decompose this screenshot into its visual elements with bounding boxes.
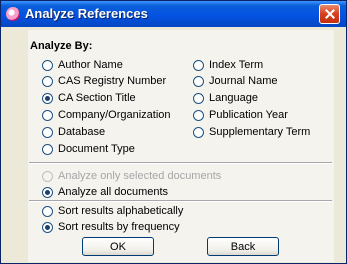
radio-button[interactable] <box>42 205 53 217</box>
radio-button[interactable] <box>42 143 53 155</box>
radio-label: Journal Name <box>209 75 278 87</box>
radio-label: Publication Year <box>209 109 288 121</box>
radio-analyze-all-documents[interactable]: Analyze all documents <box>42 185 168 199</box>
radio-document-type[interactable]: Document Type <box>42 142 135 156</box>
radio-button[interactable] <box>42 75 53 87</box>
radio-button-selected[interactable] <box>42 92 53 104</box>
radio-company-organization[interactable]: Company/Organization <box>42 108 171 122</box>
radio-label: CAS Registry Number <box>58 75 167 87</box>
radio-label: Database <box>58 126 106 138</box>
radio-author-name[interactable]: Author Name <box>42 58 123 72</box>
radio-sort-alphabetically[interactable]: Sort results alphabetically <box>42 204 183 218</box>
radio-analyze-selected-documents: Analyze only selected documents <box>42 169 221 183</box>
separator <box>29 200 332 202</box>
radio-label: Analyze only selected documents <box>58 170 222 182</box>
radio-label: Language <box>209 92 258 104</box>
radio-button-selected[interactable] <box>42 221 53 233</box>
radio-label: Sort results by frequency <box>58 221 180 233</box>
back-button[interactable]: Back <box>207 237 279 256</box>
radio-publication-year[interactable]: Publication Year <box>193 108 288 122</box>
radio-button[interactable] <box>42 59 53 71</box>
radio-label: Supplementary Term <box>209 126 311 138</box>
radio-label: Sort results alphabetically <box>58 205 184 217</box>
radio-button-selected[interactable] <box>42 186 53 198</box>
radio-label: Author Name <box>58 59 123 71</box>
app-icon <box>6 7 20 21</box>
separator <box>29 162 332 164</box>
radio-label: CA Section Title <box>58 92 136 104</box>
title-bar[interactable]: Analyze References <box>1 1 346 27</box>
radio-button[interactable] <box>42 126 53 138</box>
radio-button[interactable] <box>42 109 53 121</box>
radio-button[interactable] <box>193 126 204 138</box>
radio-label: Document Type <box>58 143 135 155</box>
radio-journal-name[interactable]: Journal Name <box>193 74 277 88</box>
radio-label: Analyze all documents <box>58 186 169 198</box>
radio-sort-by-frequency[interactable]: Sort results by frequency <box>42 220 180 234</box>
close-button[interactable] <box>319 4 340 24</box>
radio-button[interactable] <box>193 59 204 71</box>
radio-ca-section-title[interactable]: CA Section Title <box>42 91 136 105</box>
radio-button[interactable] <box>193 92 204 104</box>
radio-button[interactable] <box>193 109 204 121</box>
radio-supplementary-term[interactable]: Supplementary Term <box>193 125 310 139</box>
radio-button[interactable] <box>193 75 204 87</box>
window-title: Analyze References <box>25 6 148 21</box>
radio-label: Company/Organization <box>58 109 171 121</box>
radio-label: Index Term <box>209 59 264 71</box>
radio-language[interactable]: Language <box>193 91 258 105</box>
radio-cas-registry-number[interactable]: CAS Registry Number <box>42 74 166 88</box>
radio-database[interactable]: Database <box>42 125 105 139</box>
radio-button <box>42 170 53 182</box>
ok-button[interactable]: OK <box>82 237 154 256</box>
analyze-by-heading: Analyze By: <box>30 40 93 52</box>
radio-index-term[interactable]: Index Term <box>193 58 263 72</box>
